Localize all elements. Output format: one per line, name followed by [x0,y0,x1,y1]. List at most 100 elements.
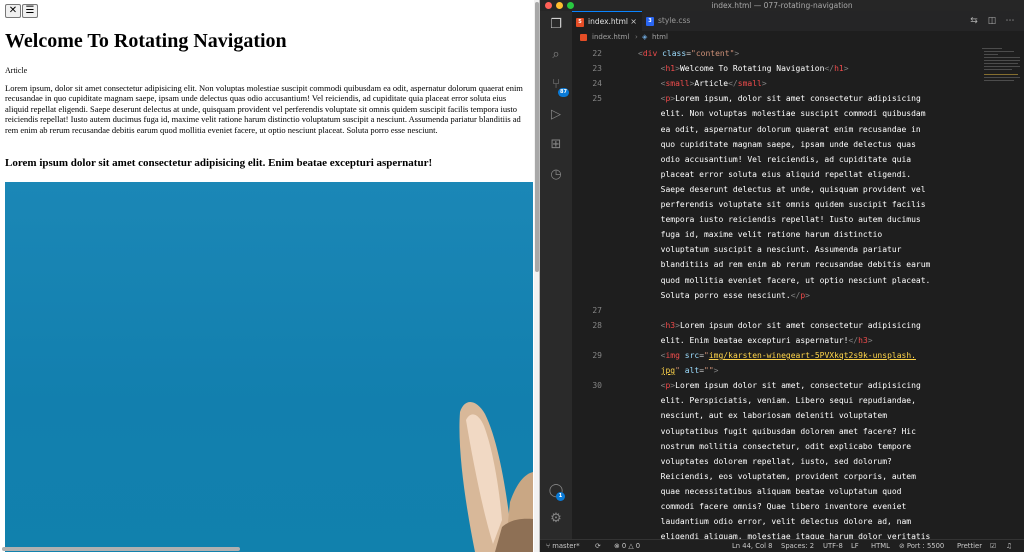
live-server-port[interactable]: ⊘ Port : 5500 [899,540,944,552]
code-line[interactable]: commodi facere omnis? Quae libero invent… [572,499,1012,514]
code-line[interactable]: Saepe deserunt delectus at unde, quisqua… [572,182,1012,197]
preview-horizontal-scrollbar[interactable] [0,545,534,552]
code-line[interactable]: nesciunt, aut ex laboriosam deleniti vol… [572,408,1012,423]
code-line[interactable]: 23 <h1>Welcome To Rotating Navigation</h… [572,61,1012,76]
menu-button[interactable]: ☰ [22,4,38,18]
code-text: <small>Article</small> [660,79,767,89]
close-window-dot[interactable] [545,2,552,9]
close-button[interactable]: ✕ [5,4,21,18]
errors-count: 0 [621,542,627,550]
breadcrumb-file[interactable]: index.html [592,31,629,44]
code-text: blanditiis ad rem enim ab rerum recusand… [660,260,931,270]
settings-gear-icon[interactable]: ⚙ [548,511,564,527]
sync-icon[interactable]: ⟳ [595,540,601,552]
source-control-badge: 87 [558,88,569,97]
extensions-icon[interactable]: ⊞ [548,137,564,153]
code-line[interactable]: blanditiis ad rem enim ab rerum recusand… [572,257,1012,272]
window-titlebar: index.html — 077-rotating-navigation [540,0,1024,11]
code-line[interactable]: fuga id, maxime velit ratione harum dist… [572,227,1012,242]
code-text: elit. Perspiciatis, veniam. Libero sequi… [660,396,916,406]
article-image [5,182,533,552]
code-line[interactable]: 22 <div class="content"> [572,46,1012,61]
html-file-icon [580,34,587,41]
minimize-window-dot[interactable] [556,2,563,9]
cursor-position[interactable]: Ln 44, Col 8 [732,540,773,552]
code-line[interactable]: Reiciendis, eos voluptatem, provident co… [572,469,1012,484]
indentation[interactable]: Spaces: 2 [781,540,814,552]
explorer-icon[interactable]: ❐ [548,17,564,33]
breadcrumb-element[interactable]: html [652,31,668,44]
editor-tabs: 5 index.html × 3 style.css ⇆ ◫ ⋯ [572,11,1024,31]
code-line[interactable]: ea odit, aspernatur dolorum quaerat enim… [572,122,1012,137]
window-title: index.html — 077-rotating-navigation [711,1,853,10]
code-line[interactable]: perferendis voluptate sit omnis quidem s… [572,197,1012,212]
search-icon[interactable]: ⌕ [548,47,564,63]
code-line[interactable]: 25 <p>Lorem ipsum, dolor sit amet consec… [572,91,1012,106]
code-editor[interactable]: 22 <div class="content"> 23 <h1>Welcome To… [572,44,1024,541]
tab-style-css[interactable]: 3 style.css [642,11,710,31]
tab-index-html[interactable]: 5 index.html × [572,11,642,31]
code-line[interactable]: quae necessitatibus aliquam beatae volup… [572,484,1012,499]
code-line[interactable]: 30 <p>Lorem ipsum dolor sit amet, consec… [572,378,1012,393]
code-text: <p>Lorem ipsum, dolor sit amet consectet… [660,94,921,104]
port-label: Port : 5500 [906,542,945,550]
language-mode[interactable]: HTML [871,540,890,552]
line-number: 24 [592,79,602,89]
end-of-line[interactable]: LF [851,540,859,552]
code-line[interactable]: tempora iusto reiciendis repellat! Iusto… [572,212,1012,227]
code-line[interactable]: 29 <img src="img/karsten-winegeart-5PVXk… [572,348,1012,363]
code-line[interactable]: voluptates dolorem repellat, iusto, sed … [572,454,1012,469]
code-text: laudantium odio error, velit delectus do… [660,517,912,527]
code-line[interactable]: voluptatibus fugit quibusdam dolorem ame… [572,424,1012,439]
code-text: elit. Enim beatae excepturi aspernatur!<… [660,335,873,345]
problems-status[interactable]: ⊗ 0 △ 0 [614,540,640,552]
code-line[interactable]: voluptatum suscipit a nesciunt. Assumend… [572,242,1012,257]
code-line[interactable]: 28 <h3>Lorem ipsum dolor sit amet consec… [572,318,1012,333]
code-line[interactable]: laudantium odio error, velit delectus do… [572,514,1012,529]
code-line[interactable]: placeat error soluta eius aliquid repell… [572,167,1012,182]
line-number: 27 [592,305,602,315]
code-line[interactable]: 27 [572,303,1012,318]
branch-status[interactable]: ⑂ master* [546,540,580,552]
code-line[interactable]: elit. Non voluptas molestiae suscipit co… [572,106,1012,121]
code-text: odio accusantium! Vel reiciendis, ad cup… [660,154,912,164]
code-line[interactable]: jpg" alt=""> [572,363,1012,378]
more-actions-icon[interactable]: ⋯ [1004,15,1016,27]
close-tab-icon[interactable]: × [630,12,637,32]
code-line[interactable]: quod mollitia eveniet facere, ut optio n… [572,273,1012,288]
check-icon[interactable]: ☑ [990,540,996,552]
code-line[interactable]: elit. Enim beatae excepturi aspernatur!<… [572,333,1012,348]
run-debug-icon[interactable]: ▷ [548,107,564,123]
code-text: ea odit, aspernatur dolorum quaerat enim… [660,124,921,134]
code-text: elit. Non voluptas molestiae suscipit co… [660,109,926,119]
maximize-window-dot[interactable] [567,2,574,9]
remote-explorer-icon[interactable]: ◷ [548,167,564,183]
accounts-badge: 1 [556,492,565,501]
code-line[interactable]: nostrum mollitia consectetur, odit expli… [572,439,1012,454]
code-text: nesciunt, aut ex laboriosam deleniti vol… [660,411,888,421]
line-number: 30 [592,381,602,391]
code-text: quo cupiditate magnam saepe, ipsam unde … [660,139,916,149]
minimap[interactable] [980,44,1022,104]
code-line[interactable]: Soluta porro esse nesciunt.</p> [572,288,1012,303]
split-editor-icon[interactable]: ◫ [986,15,998,27]
code-line[interactable]: quo cupiditate magnam saepe, ipsam unde … [572,137,1012,152]
code-text: <h3>Lorem ipsum dolor sit amet consectet… [660,320,921,330]
html-file-icon: 5 [576,18,584,27]
code-line[interactable]: 24 <small>Article</small> [572,76,1012,91]
element-icon: ◈ [642,33,648,41]
encoding[interactable]: UTF-8 [823,540,843,552]
code-text: voluptatibus fugit quibusdam dolorem ame… [660,426,916,436]
code-text: tempora iusto reiciendis repellat! Iusto… [660,215,921,225]
prettier-status[interactable]: Prettier [957,540,982,552]
code-text: quae necessitatibus aliquam beatae volup… [660,486,902,496]
code-text: Saepe deserunt delectus at unde, quisqua… [660,184,926,194]
compare-changes-icon[interactable]: ⇆ [968,15,980,27]
code-text: <h1>Welcome To Rotating Navigation</h1> [660,64,849,74]
code-text: jpg" alt=""> [660,366,719,376]
code-line[interactable]: elit. Perspiciatis, veniam. Libero sequi… [572,393,1012,408]
line-number: 22 [592,49,602,58]
code-text: <img src="img/karsten-winegeart-5PVXkqt2… [660,351,916,360]
code-line[interactable]: odio accusantium! Vel reiciendis, ad cup… [572,152,1012,167]
notifications-bell-icon[interactable]: ♫ [1006,540,1012,552]
